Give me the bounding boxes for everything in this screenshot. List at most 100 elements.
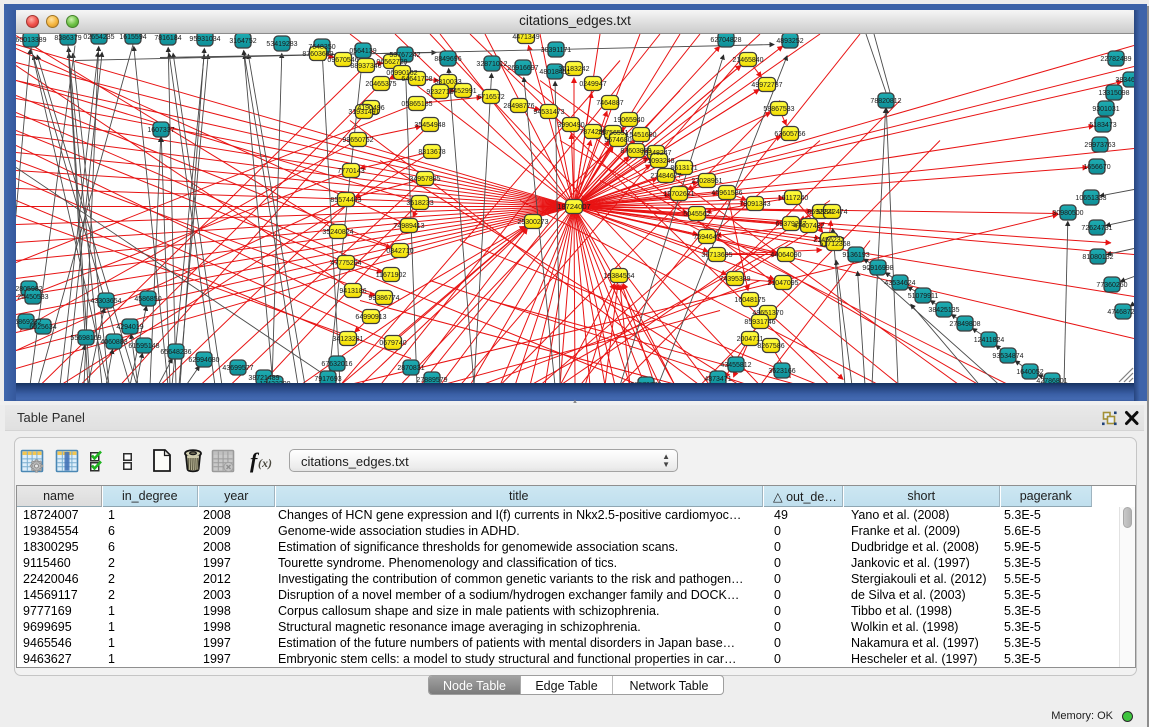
svg-text:0564139: 0564139 (349, 48, 376, 55)
svg-text:47407482: 47407482 (793, 223, 824, 230)
svg-text:1615594: 1615594 (119, 34, 146, 41)
svg-text:90916998: 90916998 (862, 265, 893, 272)
svg-text:45961586: 45961586 (711, 190, 742, 197)
svg-text:58867533: 58867533 (763, 106, 794, 113)
svg-text:0679740: 0679740 (379, 340, 406, 347)
svg-text:60013389: 60013389 (16, 37, 47, 44)
svg-text:4873471: 4873471 (704, 376, 731, 383)
svg-text:3164752: 3164752 (229, 38, 256, 45)
svg-text:7452991: 7452991 (449, 88, 476, 95)
svg-text:8849696: 8849696 (434, 56, 461, 63)
svg-text:67632016: 67632016 (321, 361, 352, 368)
svg-text:99386774: 99386774 (368, 295, 399, 302)
svg-text:8267586: 8267586 (757, 343, 784, 350)
svg-text:43303654: 43303654 (90, 298, 121, 305)
svg-text:7648350: 7648350 (308, 44, 335, 51)
svg-text:78820812: 78820812 (870, 98, 901, 105)
svg-text:6025634: 6025634 (29, 324, 56, 331)
svg-text:13433200: 13433200 (259, 381, 290, 383)
svg-text:64641708: 64641708 (401, 76, 432, 83)
svg-text:1640052: 1640052 (1016, 369, 1043, 376)
svg-text:02654235: 02654235 (83, 34, 114, 41)
svg-text:9301031: 9301031 (1092, 106, 1119, 113)
svg-text:18702621: 18702621 (663, 191, 694, 198)
svg-text:65648236: 65648236 (160, 349, 191, 356)
svg-text:4060883: 4060883 (100, 339, 127, 346)
svg-text:21465840: 21465840 (732, 57, 763, 64)
svg-text:8386379: 8386379 (54, 35, 81, 42)
svg-text:62994680: 62994680 (188, 357, 219, 364)
svg-text:85574443: 85574443 (330, 197, 361, 204)
svg-text:7594647: 7594647 (693, 234, 720, 241)
svg-text:93534874: 93534874 (992, 353, 1023, 360)
svg-text:15451680: 15451680 (625, 132, 656, 139)
svg-text:38425135: 38425135 (928, 307, 959, 314)
svg-text:53419283: 53419283 (266, 41, 297, 48)
svg-text:74395339: 74395339 (719, 276, 750, 283)
svg-text:28498776: 28498776 (503, 103, 534, 110)
svg-text:27889579: 27889579 (416, 377, 447, 383)
svg-text:64990913: 64990913 (355, 314, 386, 321)
svg-text:4471349: 4471349 (512, 34, 539, 41)
svg-text:35240824: 35240824 (322, 229, 353, 236)
svg-text:86872774: 86872774 (630, 382, 661, 383)
svg-text:70348247: 70348247 (640, 150, 671, 157)
svg-text:34123281: 34123281 (332, 336, 363, 343)
svg-text:43534624: 43534624 (884, 280, 915, 287)
svg-text:72624731: 72624731 (1081, 225, 1112, 232)
svg-text:49972787: 49972787 (751, 82, 782, 89)
svg-text:2805982: 2805982 (16, 286, 43, 293)
svg-text:3623166: 3623166 (768, 368, 795, 375)
svg-text:5310033: 5310033 (434, 79, 461, 86)
svg-text:85931746: 85931746 (744, 319, 775, 326)
svg-text:0842710: 0842710 (386, 248, 413, 255)
svg-text:5045562: 5045562 (683, 211, 710, 218)
svg-text:94531473: 94531473 (533, 109, 564, 116)
svg-text:51712368: 51712368 (819, 241, 850, 248)
svg-text:27484677: 27484677 (650, 173, 681, 180)
svg-text:49651370: 49651370 (752, 310, 783, 317)
svg-text:1607337: 1607337 (147, 127, 174, 134)
svg-text:0249947: 0249947 (579, 81, 606, 88)
svg-text:27849808: 27849808 (949, 321, 980, 328)
svg-text:6716572: 6716572 (477, 94, 504, 101)
svg-text:43455812: 43455812 (720, 362, 751, 369)
svg-text:55698169: 55698169 (70, 335, 101, 342)
svg-text:71756551: 71756551 (597, 130, 628, 137)
svg-text:7770143: 7770143 (337, 168, 364, 175)
svg-text:36183242: 36183242 (558, 66, 589, 73)
svg-text:35454948: 35454948 (414, 122, 445, 129)
svg-text:61595148: 61595148 (128, 343, 159, 350)
svg-text:13315098: 13315098 (1098, 90, 1129, 97)
svg-text:4294019: 4294019 (116, 324, 143, 331)
svg-text:7464887: 7464887 (596, 100, 623, 107)
svg-text:71093248: 71093248 (643, 158, 674, 165)
svg-text:63605766: 63605766 (774, 131, 805, 138)
svg-text:53767242: 53767242 (389, 52, 420, 59)
svg-text:21047095: 21047095 (767, 280, 798, 287)
svg-text:20465375: 20465375 (365, 81, 396, 88)
svg-text:43699577: 43699577 (222, 365, 253, 372)
svg-text:19384554: 19384554 (603, 273, 634, 280)
svg-text:32871012: 32871012 (476, 61, 507, 68)
svg-text:12411824: 12411824 (974, 337, 1005, 344)
svg-text:26916697: 26916697 (507, 65, 538, 72)
svg-text:58842474: 58842474 (816, 209, 847, 216)
svg-text:31931491: 31931491 (348, 109, 379, 116)
svg-text:34957885: 34957885 (409, 176, 440, 183)
svg-text:20450533: 20450533 (17, 294, 48, 301)
svg-text:8313678: 8313678 (418, 149, 445, 156)
svg-text:44064090: 44064090 (770, 252, 801, 259)
svg-text:27028951: 27028951 (691, 178, 722, 185)
svg-text:22782489: 22782489 (1100, 56, 1131, 63)
svg-text:19065940: 19065940 (613, 117, 644, 124)
svg-text:3990490: 3990490 (557, 122, 584, 129)
svg-text:7816184: 7816184 (154, 35, 181, 42)
svg-text:95931034: 95931034 (189, 36, 220, 43)
svg-text:5183473: 5183473 (1089, 122, 1116, 129)
svg-text:4893252: 4893252 (776, 38, 803, 45)
svg-text:36713695: 36713695 (701, 252, 732, 259)
svg-text:77360260: 77360260 (1096, 282, 1127, 289)
svg-text:42786801: 42786801 (1036, 378, 1067, 383)
svg-text:18724007: 18724007 (557, 202, 590, 211)
